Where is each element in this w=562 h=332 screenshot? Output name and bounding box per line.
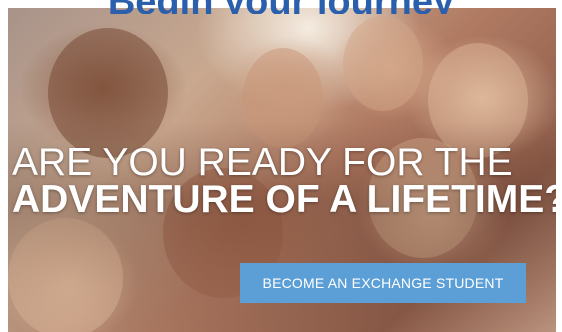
page: Begin your journey ARE YOU READY FOR THE… <box>0 0 562 332</box>
headline-line-2: ADVENTURE OF A LIFETIME? <box>12 178 556 221</box>
hero-headline: ARE YOU READY FOR THE ADVENTURE OF A LIF… <box>12 141 556 221</box>
headline-line-1: ARE YOU READY FOR THE <box>12 141 513 184</box>
hero-banner: ARE YOU READY FOR THE ADVENTURE OF A LIF… <box>8 8 556 332</box>
section-heading: Begin your journey <box>0 0 562 14</box>
become-exchange-student-button[interactable]: BECOME AN EXCHANGE STUDENT <box>240 263 526 303</box>
